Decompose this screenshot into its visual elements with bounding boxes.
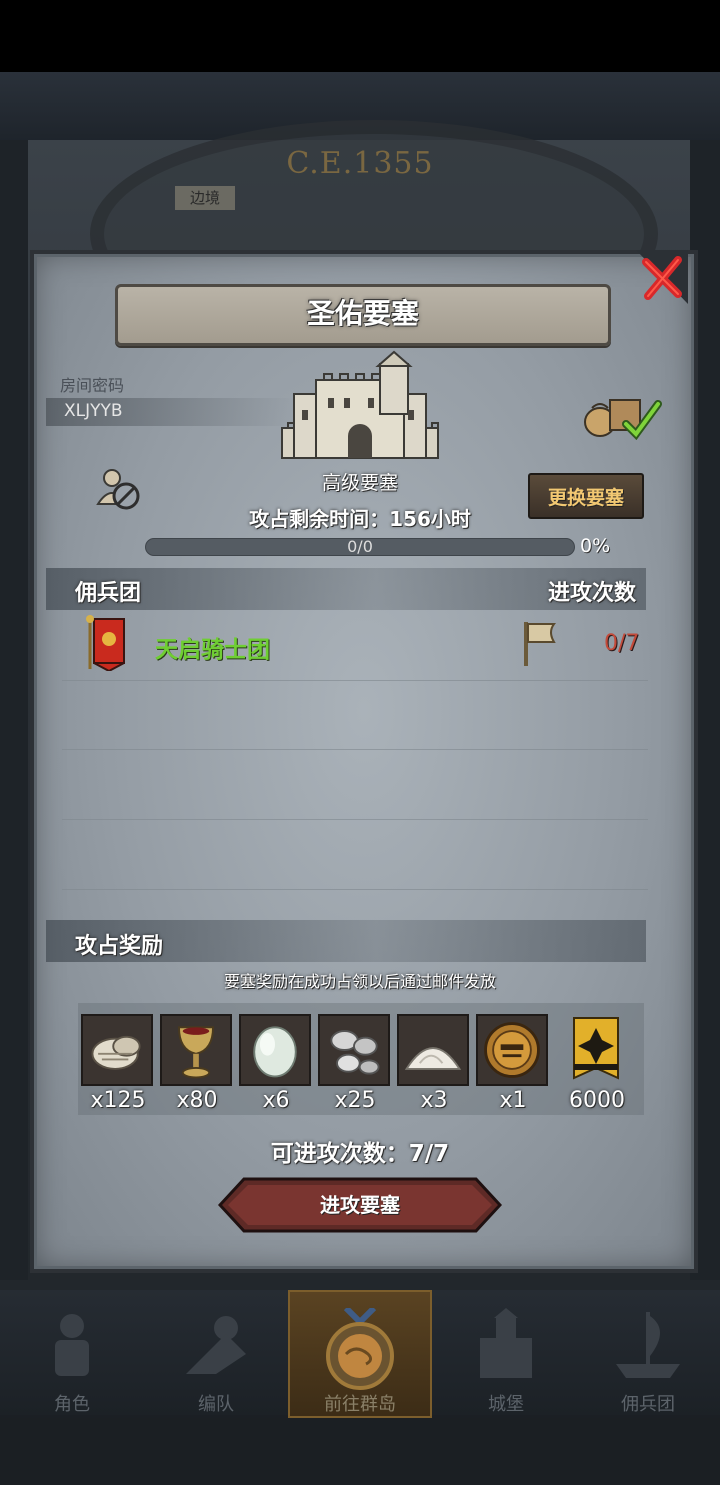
mercenary-header: 佣兵团: [75, 581, 142, 606]
nav-label: 编队: [198, 1394, 234, 1415]
loot-collected-icon[interactable]: [582, 390, 664, 440]
close-icon[interactable]: [636, 250, 688, 304]
attack-fort-button[interactable]: 进攻要塞: [218, 1177, 502, 1233]
nav-item-islands[interactable]: 前往群岛: [290, 1300, 430, 1415]
background-left-strip: [0, 140, 28, 1280]
honor-banner-icon: [573, 1017, 619, 1080]
reward-note: 要塞奖励在成功占领以后通过邮件发放: [223, 972, 496, 991]
goblet-icon: [178, 1026, 214, 1079]
room-password-value: XLJYYB: [64, 401, 123, 421]
status-bar: [0, 0, 720, 72]
reward-qty: x80: [176, 1088, 218, 1113]
reward-item-gem[interactable]: [239, 1014, 311, 1086]
reward-qty: x6: [262, 1088, 290, 1113]
flag-icon: [524, 622, 556, 666]
attack-count-header: 进攻次数: [548, 581, 637, 606]
bottom-bar: [0, 1418, 720, 1485]
guild-attack-count: 0/7: [604, 631, 640, 656]
castle-nav-icon: [480, 1308, 532, 1378]
nav-item-castle[interactable]: 城堡: [436, 1300, 576, 1415]
knight-icon: [55, 1314, 89, 1376]
guild-banner-icon: [86, 615, 125, 671]
row-divider: [62, 889, 648, 890]
guild-name: 天启骑士团: [155, 637, 270, 663]
reward-item-goblet[interactable]: [160, 1014, 232, 1086]
reward-qty: x125: [90, 1088, 146, 1113]
capture-progress-percent: 0%: [580, 535, 611, 557]
reward-qty: x1: [499, 1088, 527, 1113]
nav-label: 角色: [54, 1394, 90, 1415]
bread-icon: [91, 1035, 141, 1070]
border-tag: 边境: [175, 186, 235, 210]
gem-stone-icon: [253, 1026, 297, 1078]
ship-icon: [616, 1312, 680, 1378]
capture-progress-text: 0/0: [347, 537, 373, 556]
knight-helmet-icon: [484, 1022, 540, 1078]
reward-item-helmet[interactable]: [476, 1014, 548, 1086]
silver-ore-icon: [330, 1030, 380, 1075]
nav-item-mercenary[interactable]: 佣兵团: [578, 1300, 718, 1415]
rewards-header: 攻占奖励: [75, 934, 164, 959]
nav-label: 佣兵团: [621, 1394, 675, 1415]
reward-qty: x25: [334, 1088, 376, 1113]
calendar-year: C.E.1355: [286, 146, 434, 181]
nav-label: 城堡: [488, 1394, 524, 1415]
reward-item-silver[interactable]: [318, 1014, 390, 1086]
no-visitors-icon[interactable]: [96, 466, 142, 512]
reward-qty: 6000: [569, 1088, 625, 1113]
row-divider: [62, 749, 648, 750]
dialog-title: 圣佑要塞: [306, 297, 419, 330]
nav-label: 前往群岛: [324, 1394, 396, 1415]
islands-emblem-icon: [326, 1308, 394, 1390]
nav-item-formation[interactable]: 编队: [146, 1300, 286, 1415]
castle-icon: [281, 350, 439, 459]
formation-icon: [186, 1316, 246, 1374]
row-divider: [62, 819, 648, 820]
reward-item-salt[interactable]: [397, 1014, 469, 1086]
nav-item-character[interactable]: 角色: [2, 1300, 142, 1415]
reward-qty: x3: [420, 1088, 448, 1113]
row-divider: [62, 680, 648, 681]
change-fort-button[interactable]: 更换要塞: [528, 473, 644, 519]
salt-pile-icon: [404, 1047, 462, 1070]
attacks-available: 可进攻次数：7/7: [270, 1141, 450, 1167]
reward-item-honor[interactable]: [560, 1014, 632, 1086]
room-password-label: 房间密码: [60, 376, 125, 395]
reward-item-bread[interactable]: [81, 1014, 153, 1086]
